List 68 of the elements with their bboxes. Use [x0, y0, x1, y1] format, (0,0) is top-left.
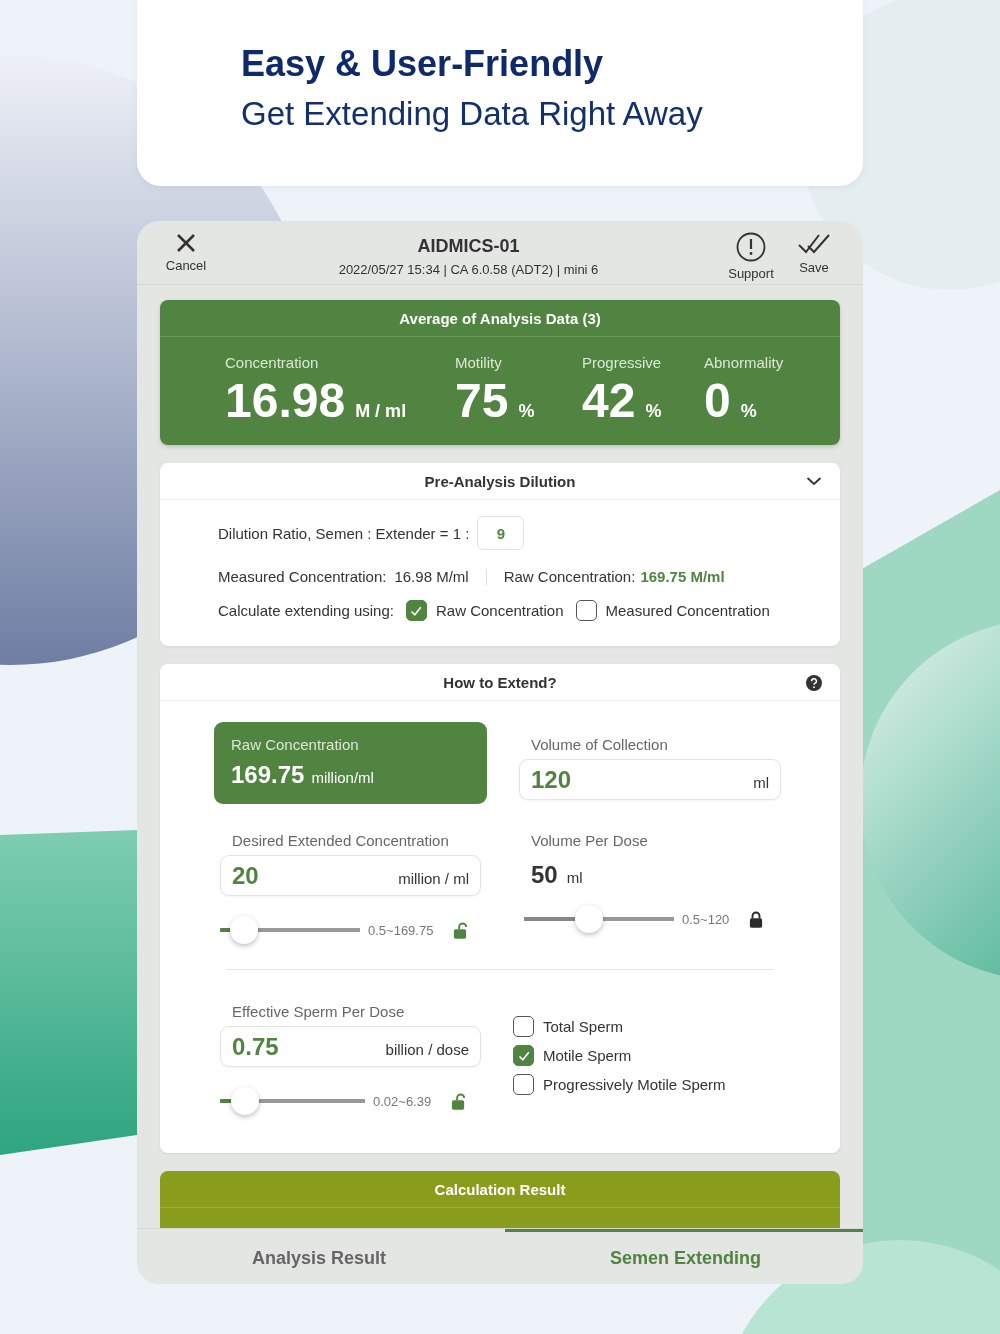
field-label: Desired Extended Concentration	[231, 832, 450, 849]
unlocked-padlock-icon[interactable]	[453, 921, 468, 939]
dose-volume-unit: ml	[566, 869, 583, 886]
ratio-label: Dilution Ratio, Semen : Extender = 1 :	[218, 524, 470, 542]
checkbox[interactable]	[513, 1045, 534, 1066]
range-label: 0.02~6.39	[373, 1093, 432, 1109]
metric-label: Concentration	[225, 354, 320, 371]
metric-unit: %	[518, 401, 535, 422]
slider-thumb[interactable]	[574, 905, 603, 933]
metric-value: 42	[582, 377, 636, 425]
raw-value: 169.75 M/ml	[640, 568, 725, 585]
raw-concentration-label: Raw Concentration	[231, 736, 360, 753]
extend-basis-label: Calculate extending using:	[218, 602, 394, 619]
metric-label: Abnormality	[704, 354, 785, 371]
chevron-down-icon[interactable]	[806, 475, 822, 487]
field-label: Effective Sperm Per Dose	[231, 1003, 406, 1020]
raw-concentration-unit: million/ml	[311, 769, 374, 786]
checkbox[interactable]	[513, 1074, 534, 1095]
range-label: 0.5~169.75	[368, 922, 434, 938]
input-field[interactable]: 0.75 billion / dose	[220, 1026, 481, 1067]
headline-subtitle: Get Extending Data Right Away	[241, 95, 703, 132]
card-title: Average of Analysis Data (3)	[160, 300, 840, 337]
metric-unit: M / ml	[355, 401, 407, 422]
card-title: Calculation Result	[160, 1171, 840, 1208]
field-label: Volume of Collection	[530, 736, 669, 753]
card-title: Pre-Analysis Dilution	[424, 472, 576, 490]
metric-value: 0	[704, 377, 731, 425]
save-button[interactable]: Save	[785, 232, 843, 275]
cancel-button[interactable]: Cancel	[157, 232, 215, 273]
input-field[interactable]: 20 million / ml	[220, 855, 481, 896]
device-title: AIDMICS-01	[417, 236, 520, 257]
tab[interactable]: Analysis Result	[137, 1229, 505, 1284]
metric-value: 75	[455, 377, 509, 425]
measured-label: Measured Concentration:	[218, 568, 387, 585]
slider-thumb[interactable]	[230, 1087, 259, 1115]
close-icon	[175, 232, 197, 254]
unlocked-padlock-icon[interactable]	[451, 1092, 466, 1110]
metric-unit: %	[740, 401, 757, 422]
raw-concentration-value: 169.75	[231, 761, 305, 789]
slider-thumb[interactable]	[229, 916, 258, 944]
device-info: 2022/05/27 15:34 | CA 6.0.58 (ADT2) | mini 6	[338, 262, 599, 277]
help-icon[interactable]	[806, 675, 822, 691]
option-label: Motile Sperm	[543, 1047, 632, 1064]
checkbox[interactable]	[575, 600, 597, 621]
option-label: Progressively Motile Sperm	[543, 1076, 726, 1093]
ratio-input[interactable]: 9	[477, 516, 525, 550]
metric-label: Motility	[455, 354, 503, 371]
raw-label: Raw Concentration:	[503, 568, 636, 585]
locked-padlock-icon[interactable]	[749, 910, 764, 928]
measured-value: 16.98 M/ml	[394, 568, 469, 585]
metric-value: 16.98	[225, 377, 346, 425]
checkbox[interactable]	[513, 1016, 534, 1037]
option-label: Measured Concentration	[605, 602, 770, 619]
dose-volume-value: 50	[531, 861, 558, 889]
tab[interactable]: Semen Extending	[505, 1229, 863, 1284]
option-label: Raw Concentration	[435, 602, 564, 619]
support-button[interactable]: Support	[722, 232, 780, 281]
card-title: How to Extend?	[443, 673, 557, 691]
field-label: Volume Per Dose	[530, 832, 649, 849]
checkbox[interactable]	[405, 600, 427, 621]
headline-title: Easy & User-Friendly	[241, 44, 604, 84]
exclamation-circle-icon	[736, 232, 766, 262]
range-label: 0.5~120	[682, 911, 730, 927]
metric-label: Progressive	[582, 354, 663, 371]
metric-unit: %	[645, 401, 662, 422]
double-check-icon	[798, 232, 830, 256]
option-label: Total Sperm	[543, 1018, 624, 1035]
input-field[interactable]: 120 ml	[519, 759, 781, 800]
